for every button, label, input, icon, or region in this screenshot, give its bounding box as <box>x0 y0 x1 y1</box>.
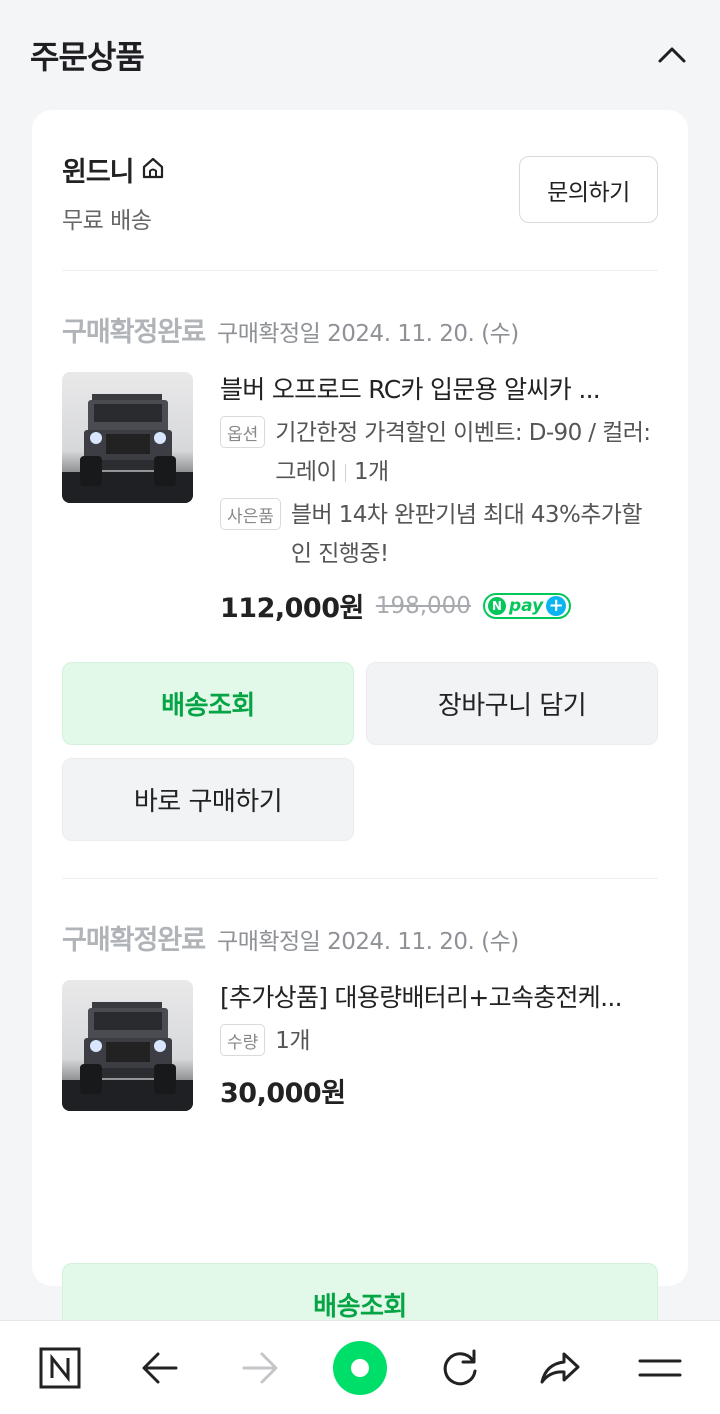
order-card: 윈드니 무료 배송 문의하기 구매확정완료 구매확정일 2024. 11. 20… <box>32 110 688 1346</box>
seller-name: 윈드니 <box>62 157 135 188</box>
order-item: 구매확정완료 구매확정일 2024. 11. 20. (수) <box>62 918 658 1346</box>
npay-text: pay <box>508 595 544 616</box>
confirm-date: 구매확정일 2024. 11. 20. (수) <box>217 321 519 347</box>
product-title[interactable]: 블버 오프로드 RC카 입문용 알씨카 ... <box>220 372 658 408</box>
section-title: 주문상품 <box>30 38 145 76</box>
product-thumbnail[interactable] <box>62 980 193 1111</box>
product-thumbnail[interactable] <box>62 372 193 503</box>
store-home-icon <box>140 155 166 185</box>
status-line: 구매확정완료 구매확정일 2024. 11. 20. (수) <box>62 310 658 350</box>
inquiry-button[interactable]: 문의하기 <box>519 156 658 223</box>
divider <box>62 270 658 271</box>
option-row: 옵션 기간한정 가격할인 이벤트: D-90 / 컬러: 그레이 1개 <box>220 414 658 492</box>
share-icon[interactable] <box>525 1333 595 1403</box>
status-line: 구매확정완료 구매확정일 2024. 11. 20. (수) <box>62 918 658 958</box>
browser-bottom-bar <box>0 1320 720 1414</box>
price: 30,000원 <box>220 1078 346 1109</box>
price: 112,000원 <box>220 593 364 624</box>
order-item: 구매확정완료 구매확정일 2024. 11. 20. (수) <box>62 310 658 841</box>
divider <box>62 878 658 879</box>
option-text: 기간한정 가격할인 이벤트: D-90 / 컬러: 그레이 1개 <box>275 414 658 492</box>
plus-icon: + <box>546 595 567 616</box>
seller-row: 윈드니 무료 배송 문의하기 <box>62 150 658 234</box>
add-to-cart-button[interactable]: 장바구니 담기 <box>366 662 658 745</box>
confirm-date: 구매확정일 2024. 11. 20. (수) <box>217 929 519 955</box>
naver-home-icon[interactable] <box>25 1333 95 1403</box>
refresh-icon[interactable] <box>425 1333 495 1403</box>
track-delivery-button[interactable]: 배송조회 <box>62 662 354 745</box>
product-info: 블버 오프로드 RC카 입문용 알씨카 ... 옵션 기간한정 가격할인 이벤트… <box>220 372 658 625</box>
order-status: 구매확정완료 <box>62 317 206 348</box>
collapse-chevron-up-icon[interactable] <box>652 35 692 75</box>
green-dot-icon[interactable] <box>325 1333 395 1403</box>
npay-plus-badge: N pay + <box>482 592 572 619</box>
gift-text: 블버 14차 완판기념 최대 43%추가할인 진행중! <box>290 502 643 567</box>
separator <box>344 463 346 482</box>
menu-icon[interactable] <box>625 1333 695 1403</box>
price-row: 30,000원 <box>220 1071 658 1110</box>
quantity-tag: 수량 <box>220 1024 266 1056</box>
quantity-row: 수량 1개 <box>220 1022 658 1061</box>
original-price: 198,000 <box>375 592 471 619</box>
buy-now-button[interactable]: 바로 구매하기 <box>62 758 354 841</box>
order-products-header: 주문상품 <box>0 0 720 110</box>
order-status: 구매확정완료 <box>62 925 206 956</box>
quantity: 1개 <box>353 459 389 485</box>
option-value: 기간한정 가격할인 이벤트: D-90 / 컬러: 그레이 <box>275 420 651 485</box>
option-tag: 옵션 <box>220 416 266 448</box>
npay-n-icon: N <box>487 596 506 615</box>
price-row: 112,000원 198,000 N pay + <box>220 586 658 625</box>
gift-row: 사은품 블버 14차 완판기념 최대 43%추가할인 진행중! <box>220 496 658 574</box>
quantity: 1개 <box>275 1028 310 1054</box>
back-arrow-icon[interactable] <box>125 1333 195 1403</box>
forward-arrow-icon[interactable] <box>225 1333 295 1403</box>
product-info: [추가상품] 대용량배터리+고속충전케... 수량 1개 30,000원 <box>220 980 658 1110</box>
gift-tag: 사은품 <box>220 498 281 530</box>
product-title[interactable]: [추가상품] 대용량배터리+고속충전케... <box>220 980 658 1016</box>
